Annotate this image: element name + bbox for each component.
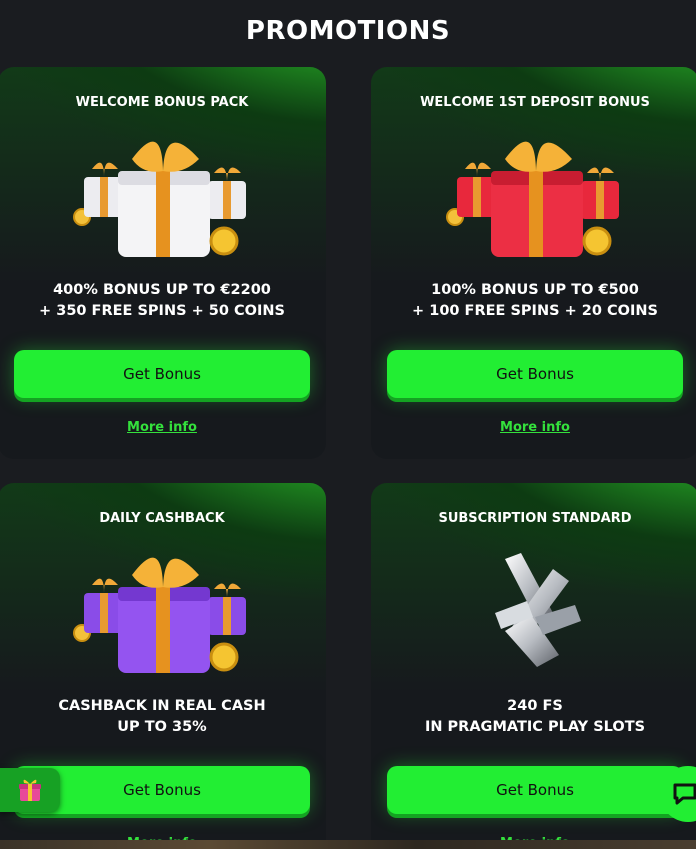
gift-red-icon — [446, 141, 619, 257]
more-info-link[interactable]: More info — [371, 420, 696, 435]
page-title: PROMOTIONS — [245, 16, 451, 46]
promo-card-welcome-bonus-pack: WELCOME BONUS PACK 400% BONUS UP TO €220… — [0, 67, 326, 459]
card-title: WELCOME 1ST DEPOSIT BONUS — [420, 95, 650, 110]
gift-widget[interactable] — [0, 768, 60, 812]
card-title: WELCOME BONUS PACK — [75, 95, 249, 110]
chat-icon — [673, 783, 696, 805]
get-bonus-button[interactable]: Get Bonus — [387, 350, 683, 398]
more-info-link[interactable]: More info — [0, 420, 326, 435]
card-title: SUBSCRIPTION STANDARD — [438, 511, 632, 526]
card-title: DAILY CASHBACK — [99, 511, 225, 526]
get-bonus-button[interactable]: Get Bonus — [14, 350, 310, 398]
card-description: 240 FS IN PRAGMATIC PLAY SLOTS — [424, 698, 646, 735]
bottom-banner-edge — [0, 840, 696, 849]
promo-card-welcome-1st-deposit: WELCOME 1ST DEPOSIT BONUS 100% BONUS UP … — [371, 67, 696, 459]
card-description: 100% BONUS UP TO €500 + 100 FREE SPINS +… — [412, 282, 658, 319]
get-bonus-button[interactable]: Get Bonus — [387, 766, 683, 814]
gift-widget-icon — [19, 779, 41, 801]
promo-card-subscription-standard: SUBSCRIPTION STANDARD 240 FS IN PRAGMATI… — [371, 483, 696, 849]
silver-x-logo-icon — [495, 553, 581, 667]
card-description: CASHBACK IN REAL CASH UP TO 35% — [58, 698, 266, 735]
card-description: 400% BONUS UP TO €2200 + 350 FREE SPINS … — [39, 282, 285, 319]
gift-purple-icon — [73, 557, 246, 673]
gift-white-icon — [73, 141, 246, 257]
